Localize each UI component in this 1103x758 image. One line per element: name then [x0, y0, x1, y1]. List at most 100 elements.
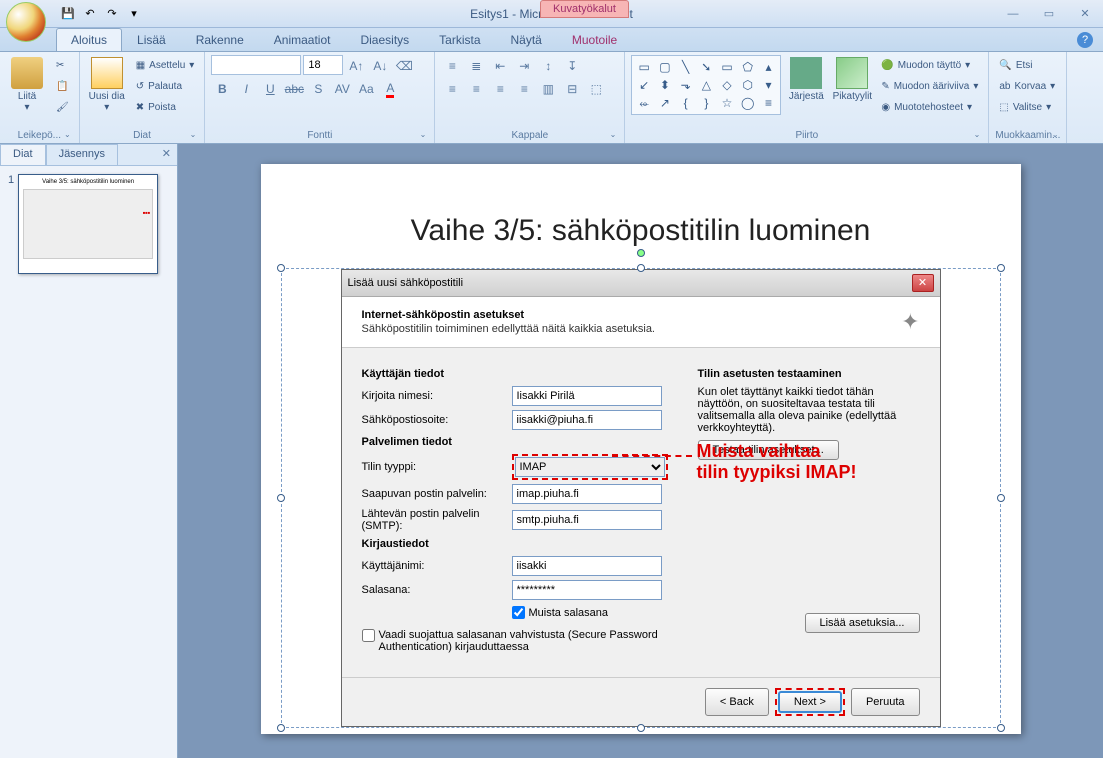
tab-insert[interactable]: Lisää: [122, 28, 181, 51]
resize-handle[interactable]: [997, 264, 1005, 272]
font-color-icon[interactable]: A: [379, 78, 401, 100]
quickstyles-button[interactable]: Pikatyylit: [831, 55, 873, 104]
underline-icon[interactable]: U: [259, 78, 281, 100]
shape-effects-button[interactable]: ◉ Muototehosteet ▾: [877, 97, 982, 117]
case-icon[interactable]: Aa: [355, 78, 377, 100]
select-button[interactable]: ⬚ Valitse ▾: [995, 97, 1059, 117]
new-slide-button[interactable]: Uusi dia▾: [86, 55, 128, 115]
resize-handle[interactable]: [277, 724, 285, 732]
tab-design[interactable]: Rakenne: [181, 28, 259, 51]
titlebar: 💾 ↶ ↷ ▾ Esitys1 - Microsoft PowerPoint K…: [0, 0, 1103, 28]
align-left-icon[interactable]: ≡: [441, 78, 463, 100]
tab-view[interactable]: Näytä: [496, 28, 557, 51]
panel-tab-slides[interactable]: Diat: [0, 144, 46, 165]
align-text-icon[interactable]: ⊟: [561, 78, 583, 100]
email-label: Sähköpostiosoite:: [362, 414, 512, 426]
name-input[interactable]: [512, 386, 662, 406]
selected-image[interactable]: Lisää uusi sähköpostitili ✕ Internet-säh…: [281, 268, 1001, 728]
indent-dec-icon[interactable]: ⇤: [489, 55, 511, 77]
delete-button[interactable]: ✖ Poista: [132, 97, 199, 117]
tab-animations[interactable]: Animaatiot: [259, 28, 346, 51]
email-input[interactable]: [512, 410, 662, 430]
copy-icon[interactable]: 📋: [52, 76, 73, 96]
minimize-icon[interactable]: —: [1001, 5, 1025, 23]
username-input[interactable]: [512, 556, 662, 576]
text-direction-icon[interactable]: ↧: [561, 55, 583, 77]
dialog-close-icon[interactable]: ✕: [912, 274, 934, 292]
layout-button[interactable]: ▦ Asettelu ▾: [132, 55, 199, 75]
resize-handle[interactable]: [277, 264, 285, 272]
numbering-icon[interactable]: ≣: [465, 55, 487, 77]
resize-handle[interactable]: [997, 494, 1005, 502]
align-center-icon[interactable]: ≡: [465, 78, 487, 100]
password-input[interactable]: [512, 580, 662, 600]
undo-icon[interactable]: ↶: [80, 4, 100, 24]
resize-handle[interactable]: [637, 264, 645, 272]
spacing-icon[interactable]: AV: [331, 78, 353, 100]
dialog-header: Internet-sähköpostin asetukset Sähköpost…: [342, 297, 940, 348]
rotate-handle[interactable]: [637, 249, 645, 257]
italic-icon[interactable]: I: [235, 78, 257, 100]
redo-icon[interactable]: ↷: [102, 4, 122, 24]
slide-thumbnail[interactable]: 1 Vaihe 3/5: sähköpostitilin luominen ■■…: [8, 174, 169, 274]
cancel-button[interactable]: Peruuta: [851, 688, 920, 716]
panel-tab-outline[interactable]: Jäsennys: [46, 144, 118, 165]
resize-handle[interactable]: [277, 494, 285, 502]
arrange-button[interactable]: Järjestä: [785, 55, 827, 104]
slide-title: Vaihe 3/5: sähköpostitilin luominen: [281, 214, 1001, 248]
indent-inc-icon[interactable]: ⇥: [513, 55, 535, 77]
smartart-icon[interactable]: ⬚: [585, 78, 607, 100]
callout-text: Muista vaihtaa tilin tyypiksi IMAP!: [697, 441, 857, 483]
office-button[interactable]: [6, 2, 46, 42]
tab-home[interactable]: Aloitus: [56, 28, 122, 51]
paste-button[interactable]: Liitä▾: [6, 55, 48, 115]
more-settings-button[interactable]: Lisää asetuksia...: [805, 613, 920, 633]
justify-icon[interactable]: ≡: [513, 78, 535, 100]
shape-outline-button[interactable]: ✎ Muodon ääriviiva ▾: [877, 76, 982, 96]
qat-more-icon[interactable]: ▾: [124, 4, 144, 24]
align-right-icon[interactable]: ≡: [489, 78, 511, 100]
group-drawing: ▭▢╲➘▭⬠▴ ↙⬍⬎△◇⬡▾ ⬰↗{}☆◯≡ Järjestä Pikatyy…: [625, 52, 989, 143]
group-paragraph-label: Kappale: [441, 128, 618, 143]
cursor-icon: ✦: [901, 309, 919, 335]
shadow-icon[interactable]: S: [307, 78, 329, 100]
spa-checkbox[interactable]: [362, 629, 375, 642]
tab-review[interactable]: Tarkista: [424, 28, 495, 51]
account-type-select[interactable]: IMAP: [515, 457, 665, 477]
bold-icon[interactable]: B: [211, 78, 233, 100]
grow-font-icon[interactable]: A↑: [345, 55, 367, 77]
shape-fill-button[interactable]: 🟢 Muodon täyttö ▾: [877, 55, 982, 75]
format-painter-icon[interactable]: 🖌: [52, 97, 73, 117]
maximize-icon[interactable]: ▭: [1037, 5, 1061, 23]
clear-format-icon[interactable]: ⌫: [393, 55, 415, 77]
tab-format[interactable]: Muotoile: [557, 28, 632, 51]
bullets-icon[interactable]: ≡: [441, 55, 463, 77]
help-icon[interactable]: ?: [1077, 32, 1093, 48]
close-icon[interactable]: ✕: [1073, 5, 1097, 23]
slide-workspace: Vaihe 3/5: sähköpostitilin luominen Lisä…: [178, 144, 1103, 758]
back-button[interactable]: < Back: [705, 688, 769, 716]
line-spacing-icon[interactable]: ↕: [537, 55, 559, 77]
group-font: A↑ A↓ ⌫ B I U abc S AV Aa A Fontti: [205, 52, 435, 143]
save-icon[interactable]: 💾: [58, 4, 78, 24]
replace-button[interactable]: ab Korvaa ▾: [995, 76, 1059, 96]
tab-slideshow[interactable]: Diaesitys: [345, 28, 424, 51]
remember-checkbox[interactable]: [512, 606, 525, 619]
strike-icon[interactable]: abc: [283, 78, 305, 100]
font-family-combo[interactable]: [211, 55, 301, 75]
resize-handle[interactable]: [997, 724, 1005, 732]
find-button[interactable]: 🔍 Etsi: [995, 55, 1059, 75]
slide-panel: Diat Jäsennys ✕ 1 Vaihe 3/5: sähköpostit…: [0, 144, 178, 758]
incoming-input[interactable]: [512, 484, 662, 504]
cut-icon[interactable]: ✂: [52, 55, 73, 75]
shapes-gallery[interactable]: ▭▢╲➘▭⬠▴ ↙⬍⬎△◇⬡▾ ⬰↗{}☆◯≡: [631, 55, 781, 115]
columns-icon[interactable]: ▥: [537, 78, 559, 100]
outgoing-input[interactable]: [512, 510, 662, 530]
shrink-font-icon[interactable]: A↓: [369, 55, 391, 77]
resize-handle[interactable]: [637, 724, 645, 732]
panel-close-icon[interactable]: ✕: [156, 144, 177, 165]
font-size-combo[interactable]: [303, 55, 343, 75]
group-editing-label: Muokkaamin...: [995, 128, 1060, 143]
reset-button[interactable]: ↺ Palauta: [132, 76, 199, 96]
next-button[interactable]: Next >: [778, 691, 842, 713]
